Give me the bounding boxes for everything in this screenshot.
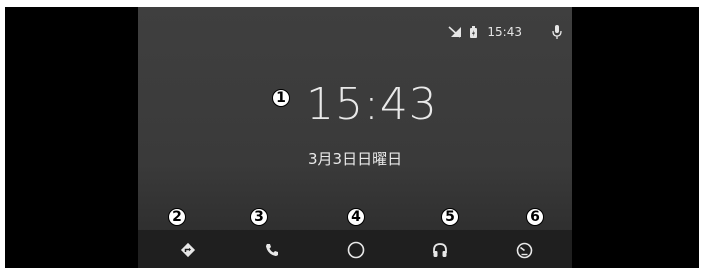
- microphone-icon[interactable]: [552, 24, 562, 40]
- no-signal-icon: [448, 26, 462, 38]
- home-clock: 15:43: [306, 79, 438, 130]
- callout-4: 4: [347, 208, 365, 226]
- home-circle-icon[interactable]: [346, 240, 366, 260]
- phone-icon[interactable]: [262, 240, 282, 260]
- status-bar: 15:43: [448, 23, 562, 41]
- callout-6: 6: [526, 208, 544, 226]
- callout-1: 1: [272, 89, 290, 107]
- callout-2: 2: [168, 208, 186, 226]
- headphones-icon[interactable]: [430, 240, 450, 260]
- nav-bar: [138, 230, 572, 268]
- callout-3: 3: [250, 208, 268, 226]
- dashboard-gauge-icon[interactable]: [514, 240, 534, 260]
- status-time: 15:43: [487, 25, 522, 39]
- home-date: 3月3日日曜日: [308, 150, 403, 168]
- navigation-icon[interactable]: [178, 240, 198, 260]
- battery-icon: [470, 26, 478, 38]
- callout-5: 5: [441, 208, 459, 226]
- android-auto-screen: 15:43 15:43 3月3日日曜日: [138, 7, 572, 268]
